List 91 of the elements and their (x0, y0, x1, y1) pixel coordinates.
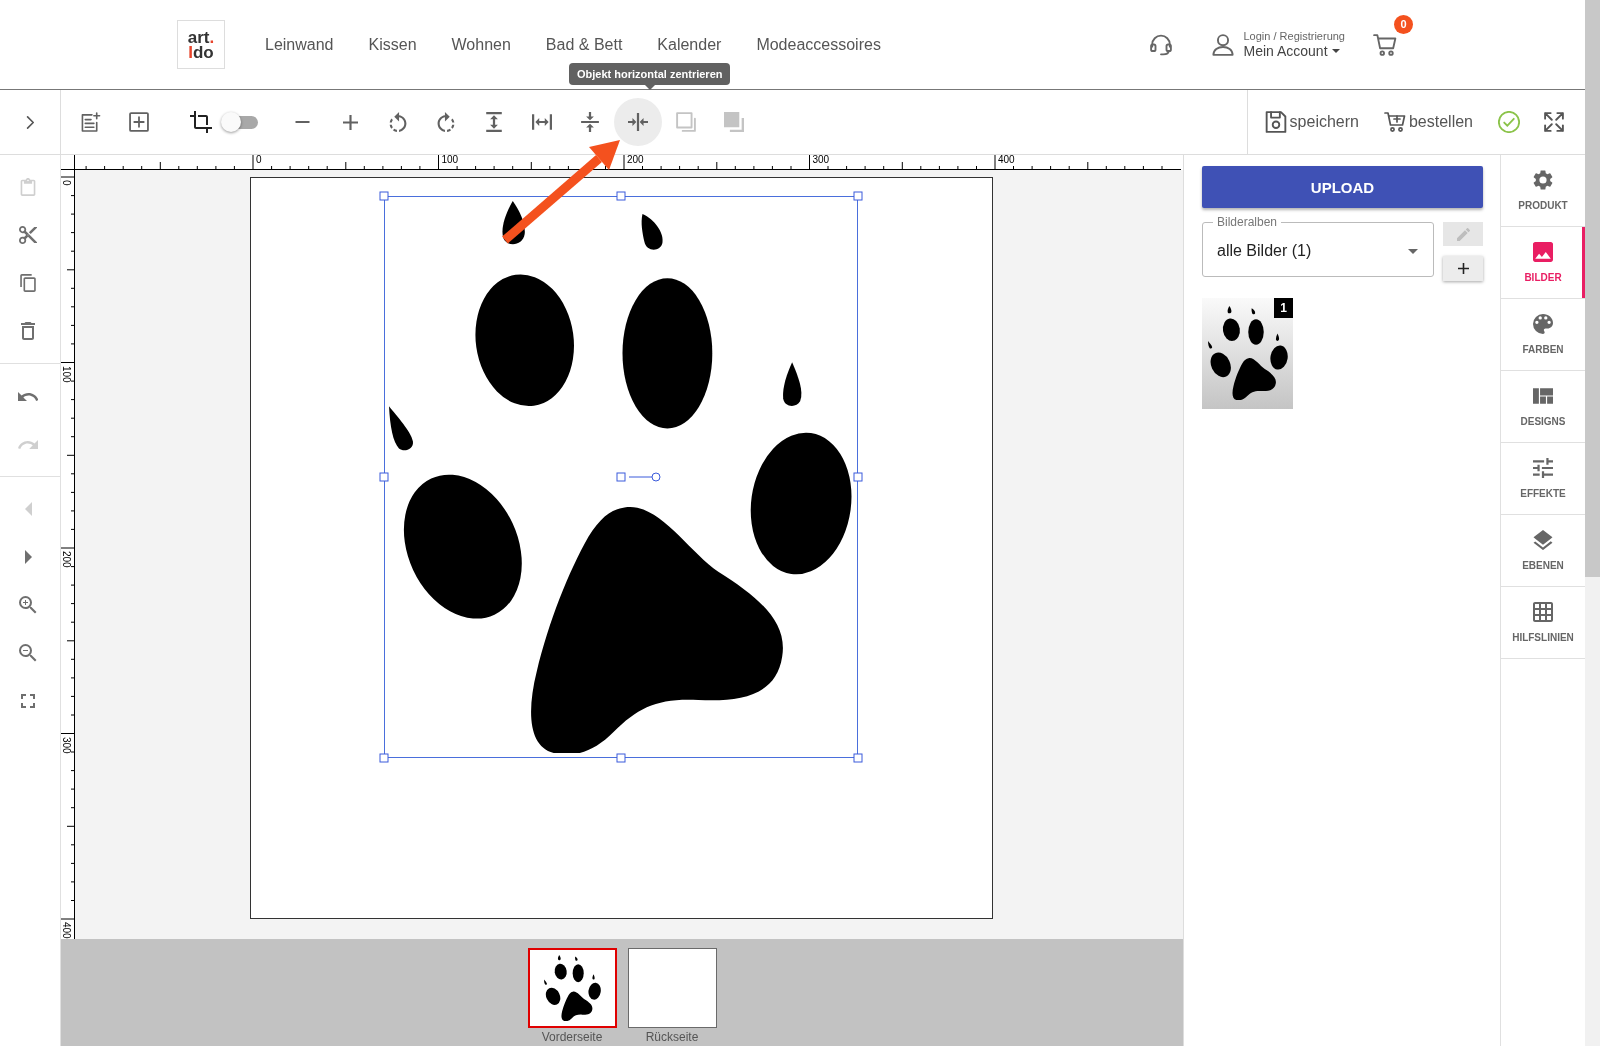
layers-icon (1533, 530, 1553, 550)
nav-link[interactable]: Kissen (368, 35, 417, 54)
resize-handle[interactable] (379, 191, 389, 201)
resize-handle[interactable] (853, 472, 863, 482)
cart-count-badge: 0 (1394, 14, 1413, 34)
gear-icon (1533, 170, 1553, 190)
side-tab[interactable]: BILDER (1501, 227, 1585, 299)
logo[interactable]: art. Ido (177, 20, 225, 69)
toggle-switch[interactable] (221, 111, 259, 133)
sliders-icon (1533, 458, 1553, 478)
clipboard-icon (19, 178, 37, 196)
page-thumbnail[interactable] (627, 948, 717, 1028)
nav-link[interactable]: Leinwand (265, 35, 334, 54)
add-album-button[interactable] (1443, 256, 1483, 281)
rotate-right-icon (436, 112, 456, 132)
resize-handle[interactable] (379, 753, 389, 763)
palette-icon (1533, 314, 1553, 334)
field-label: Bilderalben (1216, 215, 1279, 229)
center-horizontal-button[interactable] (614, 98, 662, 146)
order-button[interactable]: bestellen (1383, 111, 1473, 133)
zoom-in-icon (19, 596, 37, 614)
image-thumbnail[interactable]: 1 (1202, 298, 1293, 409)
ruler-number: 400 (998, 155, 1015, 165)
select-value: alle Bilder (1) (1217, 242, 1312, 260)
redo-icon (18, 439, 38, 449)
triangle-left-icon (24, 502, 32, 516)
chevron-right-icon (26, 115, 34, 129)
resize-handle[interactable] (853, 191, 863, 201)
page-label: Vorderseite (541, 1030, 603, 1044)
ruler-number: 0 (61, 180, 71, 186)
undo-icon (18, 391, 38, 401)
triangle-right-icon (24, 550, 32, 564)
stretch-horizontal-icon (532, 112, 552, 132)
zoom-out-icon (19, 644, 37, 662)
scrollbar-thumb[interactable] (1585, 0, 1600, 577)
resize-handle[interactable] (379, 472, 389, 482)
nav-link[interactable]: Kalender (657, 35, 722, 54)
save-button[interactable]: speichern (1264, 111, 1359, 133)
note-plus-icon (81, 112, 101, 132)
expand-icon (1544, 112, 1564, 132)
fullscreen-button[interactable] (1544, 112, 1564, 132)
resize-handle[interactable] (853, 753, 863, 763)
rotation-handle[interactable] (616, 472, 661, 482)
ruler-number: 300 (61, 736, 71, 754)
trash-icon (19, 322, 37, 340)
page-thumbnail[interactable] (527, 948, 617, 1028)
page-label: Rückseite (645, 1030, 699, 1044)
headset-icon[interactable] (1150, 33, 1173, 56)
cart-plus-icon (1383, 111, 1406, 133)
ruler-number: 200 (627, 155, 644, 165)
nav-link[interactable]: Wohnen (451, 35, 511, 54)
resize-handle[interactable] (616, 753, 626, 763)
pencil-icon (1456, 227, 1470, 241)
cart-icon[interactable] (1373, 33, 1397, 56)
layer-back-icon (676, 112, 696, 132)
nav-link[interactable]: Modeaccessoires (756, 35, 881, 54)
ruler-number: 100 (441, 155, 459, 165)
plus-icon (342, 114, 358, 130)
layout-icon (1533, 386, 1553, 406)
center-horizontal-icon (628, 112, 648, 132)
tooltip-pointer (644, 85, 655, 90)
grid-icon (1533, 602, 1553, 622)
ruler-number: 400 (61, 922, 71, 939)
user-icon[interactable] (1212, 33, 1235, 56)
copy-icon (19, 274, 37, 292)
layer-front-icon (724, 112, 744, 132)
ruler-number: 300 (812, 155, 830, 165)
resize-handle[interactable] (616, 191, 626, 201)
account-menu[interactable]: Mein Account (1243, 42, 1345, 60)
center-vertical-icon (580, 112, 600, 132)
ruler-number: 0 (256, 155, 262, 165)
caret-icon (1408, 248, 1418, 254)
stretch-vertical-icon (484, 112, 504, 132)
rotate-left-icon (388, 112, 408, 132)
album-select[interactable]: Bilderalben alle Bilder (1) (1202, 215, 1434, 277)
minus-icon (294, 121, 310, 123)
ruler-number: 100 (61, 365, 71, 383)
number-badge: 1 (1274, 298, 1293, 318)
upload-button[interactable]: UPLOAD (1202, 166, 1483, 208)
plus-icon (1457, 263, 1469, 274)
paw-print-drawing (543, 955, 601, 1021)
login-link[interactable]: Login / Registrierung (1243, 29, 1345, 43)
scissors-icon (19, 226, 37, 244)
fullscreen-icon (21, 694, 35, 708)
nav-link[interactable]: Bad & Bett (545, 35, 623, 54)
ruler-corner (61, 155, 75, 170)
crop-icon (190, 111, 212, 133)
square-plus-icon (129, 112, 149, 132)
caret-icon (1331, 49, 1340, 53)
ruler-number: 200 (61, 551, 71, 568)
image-icon (1533, 242, 1553, 262)
